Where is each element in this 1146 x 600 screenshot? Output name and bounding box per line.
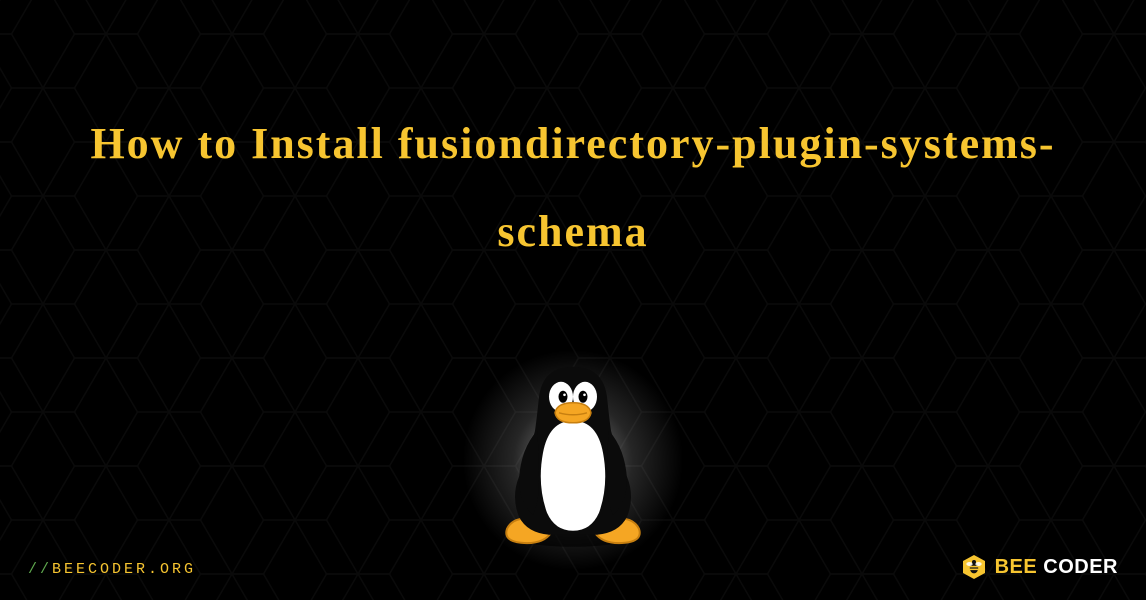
url-slashes: //: [28, 561, 52, 578]
brand-logo: BEE CODER: [961, 554, 1118, 580]
url-text: BEECODER.ORG: [52, 561, 196, 578]
brand-word-bee: BEE: [995, 556, 1038, 578]
bee-hex-icon: [961, 554, 987, 580]
page-title: How to Install fusiondirectory-plugin-sy…: [83, 100, 1063, 276]
footer-site-url: //BEECODER.ORG: [28, 561, 196, 578]
tux-penguin-icon: [493, 359, 653, 549]
brand-word-coder: CODER: [1043, 556, 1118, 578]
tux-mascot: [473, 350, 673, 550]
